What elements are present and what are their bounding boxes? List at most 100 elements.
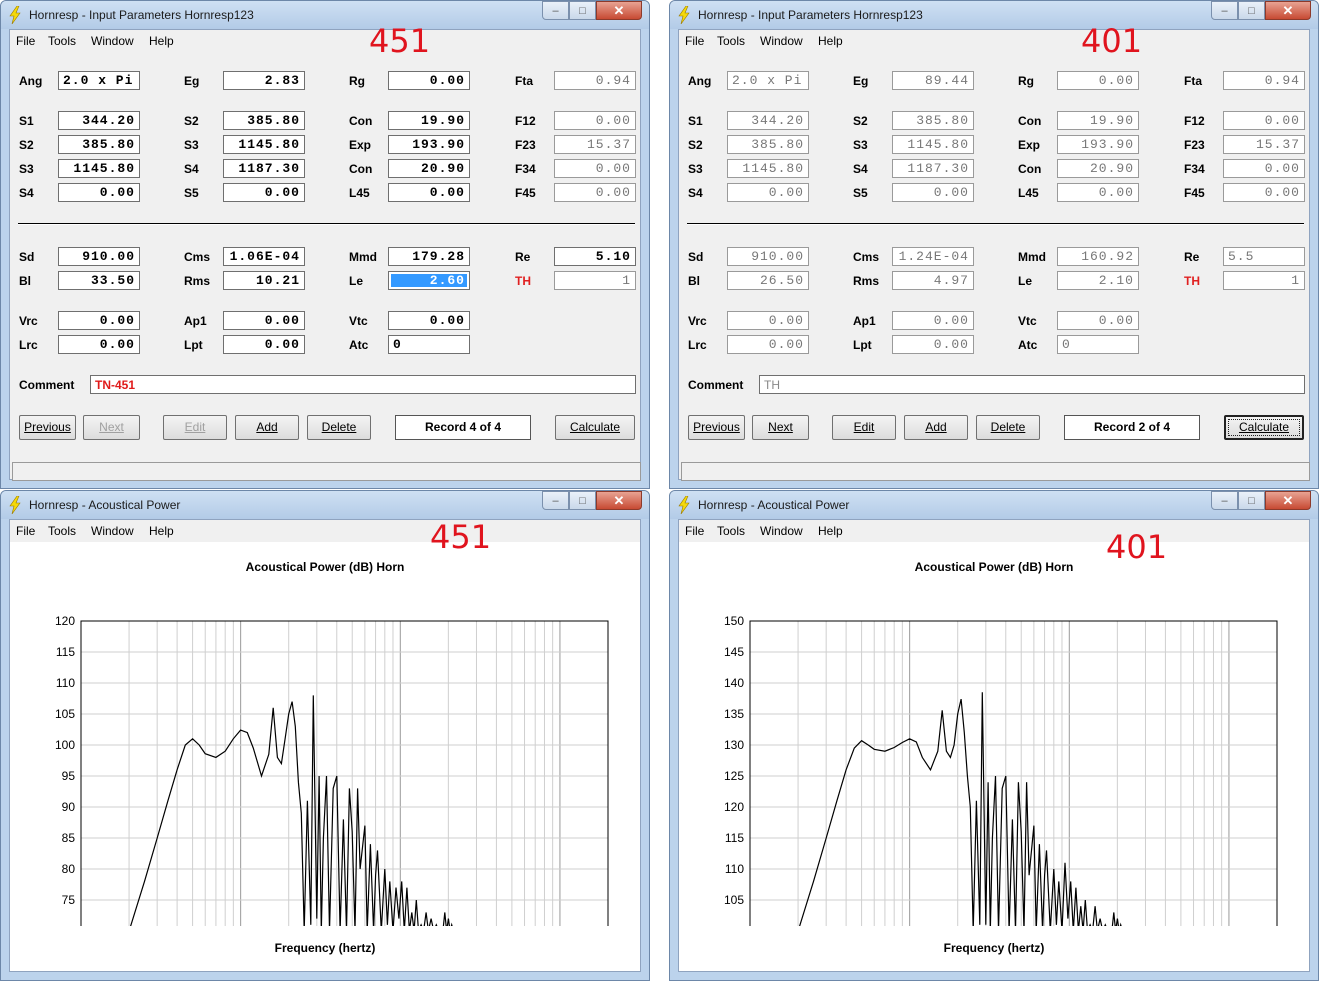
field-rg[interactable]: 0.00 — [388, 71, 470, 90]
menu-file[interactable]: File — [16, 34, 35, 48]
field-s2[interactable]: 385.80 — [223, 111, 305, 130]
field-s4[interactable]: 1187.30 — [223, 159, 305, 178]
titlebar[interactable]: Hornresp - Input Parameters Hornresp123 … — [1, 1, 649, 29]
menu-help[interactable]: Help — [149, 524, 174, 538]
menu-help[interactable]: Help — [149, 34, 174, 48]
menu-help[interactable]: Help — [818, 524, 843, 538]
minimize-button[interactable]: – — [1211, 491, 1238, 510]
field-con-2[interactable]: 20.90 — [388, 159, 470, 178]
maximize-button[interactable]: □ — [1238, 491, 1265, 510]
acoustical-power-window-401: Hornresp - Acoustical Power – □ ✕ File T… — [669, 490, 1319, 981]
label-s3: S3 — [853, 138, 868, 152]
field-atc[interactable]: 0 — [388, 335, 470, 354]
label-atc: Atc — [1018, 338, 1038, 352]
close-button[interactable]: ✕ — [596, 491, 642, 510]
label-s3: S3 — [19, 162, 34, 176]
label-ap1: Ap1 — [853, 314, 876, 328]
menu-tools[interactable]: Tools — [717, 34, 745, 48]
titlebar[interactable]: Hornresp - Acoustical Power – □ ✕ — [1, 491, 649, 519]
label-sd: Sd — [19, 250, 35, 264]
close-button[interactable]: ✕ — [1265, 1, 1311, 20]
field-con-1[interactable]: 19.90 — [388, 111, 470, 130]
field-ang: 2.0 x Pi — [727, 71, 809, 90]
menu-file[interactable]: File — [685, 34, 704, 48]
close-button[interactable]: ✕ — [1265, 491, 1311, 510]
delete-button[interactable]: Delete — [307, 415, 371, 440]
menu-window[interactable]: Window — [760, 524, 803, 538]
menu-help[interactable]: Help — [818, 34, 843, 48]
minimize-button[interactable]: – — [542, 1, 569, 20]
label-s2: S2 — [688, 138, 703, 152]
field-lpt[interactable]: 0.00 — [223, 335, 305, 354]
label-f12: F12 — [515, 114, 536, 128]
edit-button[interactable]: Edit — [832, 415, 896, 440]
field-mmd[interactable]: 179.28 — [388, 247, 470, 266]
add-button[interactable]: Add — [235, 415, 299, 440]
overlay-label-451: 451 — [430, 518, 492, 556]
field-lrc[interactable]: 0.00 — [58, 335, 140, 354]
menu-file[interactable]: File — [685, 524, 704, 538]
y-tick-label: 120 — [55, 614, 75, 628]
field-s2-left[interactable]: 385.80 — [58, 135, 140, 154]
field-vrc[interactable]: 0.00 — [58, 311, 140, 330]
field-f23: 15.37 — [1223, 135, 1305, 154]
menu-file[interactable]: File — [16, 524, 35, 538]
label-s4: S4 — [19, 186, 34, 200]
next-button[interactable]: Next — [752, 415, 809, 440]
titlebar[interactable]: Hornresp - Acoustical Power – □ ✕ — [670, 491, 1318, 519]
field-ap1[interactable]: 0.00 — [223, 311, 305, 330]
close-button[interactable]: ✕ — [596, 1, 642, 20]
previous-button[interactable]: Previous — [688, 415, 745, 440]
delete-button[interactable]: Delete — [976, 415, 1040, 440]
menu-help-label: Help — [149, 524, 174, 538]
client-area: File Tools Window Help 401 Acoustical Po… — [678, 519, 1310, 972]
field-l45[interactable]: 0.00 — [388, 183, 470, 202]
titlebar[interactable]: Hornresp - Input Parameters Hornresp123 … — [670, 1, 1318, 29]
field-s3-left[interactable]: 1145.80 — [58, 159, 140, 178]
y-tick-label: 140 — [724, 676, 744, 690]
maximize-button[interactable]: □ — [569, 491, 596, 510]
previous-button[interactable]: Previous — [19, 415, 76, 440]
menu-window[interactable]: Window — [91, 34, 134, 48]
field-s1[interactable]: 344.20 — [58, 111, 140, 130]
field-cms[interactable]: 1.06E-04 — [223, 247, 305, 266]
calculate-button[interactable]: Calculate — [555, 415, 635, 440]
field-th: 1 — [554, 271, 636, 290]
label-con: Con — [349, 114, 373, 128]
field-rms[interactable]: 10.21 — [223, 271, 305, 290]
field-exp[interactable]: 193.90 — [388, 135, 470, 154]
next-button-label: Next — [99, 420, 124, 434]
next-button: Next — [83, 415, 140, 440]
field-s3[interactable]: 1145.80 — [223, 135, 305, 154]
menu-window[interactable]: Window — [760, 34, 803, 48]
menu-tools[interactable]: Tools — [48, 524, 76, 538]
add-button[interactable]: Add — [904, 415, 968, 440]
maximize-button[interactable]: □ — [1238, 1, 1265, 20]
minimize-button[interactable]: – — [542, 491, 569, 510]
menu-window[interactable]: Window — [91, 524, 134, 538]
menu-tools[interactable]: Tools — [717, 524, 745, 538]
field-ang[interactable]: 2.0 x Pi — [58, 71, 140, 90]
y-tick-label: 90 — [62, 800, 76, 814]
menu-tools[interactable]: Tools — [48, 34, 76, 48]
add-button-label: Add — [925, 420, 947, 434]
field-s4-left[interactable]: 0.00 — [58, 183, 140, 202]
label-lrc: Lrc — [19, 338, 38, 352]
overlay-label-401: 401 — [1081, 22, 1143, 60]
field-s5[interactable]: 0.00 — [223, 183, 305, 202]
field-fta: 0.94 — [1223, 71, 1305, 90]
minimize-button[interactable]: – — [1211, 1, 1238, 20]
field-le[interactable]: 2.60 — [388, 271, 470, 290]
field-bl[interactable]: 33.50 — [58, 271, 140, 290]
field-eg[interactable]: 2.83 — [223, 71, 305, 90]
field-comment[interactable]: TN-451 — [90, 375, 636, 394]
label-cms: Cms — [184, 250, 211, 264]
field-sd[interactable]: 910.00 — [58, 247, 140, 266]
label-f23: F23 — [1184, 138, 1205, 152]
calculate-button[interactable]: Calculate — [1224, 415, 1304, 440]
menu-file-label: File — [16, 34, 36, 48]
field-re[interactable]: 5.10 — [554, 247, 636, 266]
field-comment: TH — [759, 375, 1305, 394]
field-vtc[interactable]: 0.00 — [388, 311, 470, 330]
maximize-button[interactable]: □ — [569, 1, 596, 20]
